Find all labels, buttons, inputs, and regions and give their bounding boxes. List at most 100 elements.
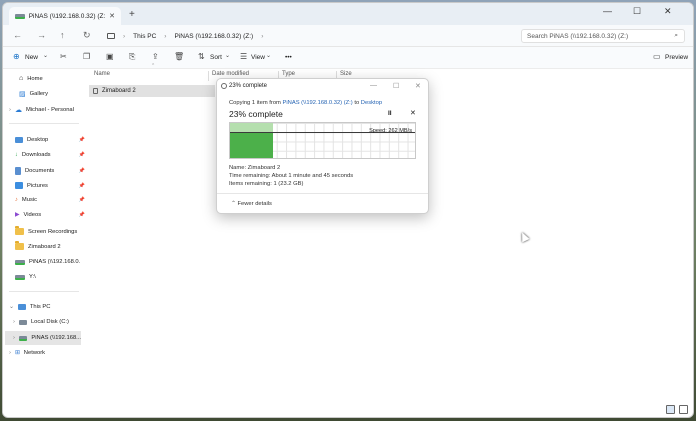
monitor-icon: [17, 304, 26, 310]
pin-icon[interactable]: 📌: [79, 183, 85, 189]
source-link[interactable]: PiNAS (\\192.168.0.32) (Z:): [282, 100, 352, 106]
chevron-right-icon[interactable]: ›: [9, 350, 11, 356]
more-options-button[interactable]: •••: [285, 54, 292, 61]
sidebar-item-network[interactable]: › ⊞ Network: [9, 350, 81, 356]
sidebar-item-home[interactable]: ⌂ Home: [19, 75, 91, 82]
chevron-down-icon[interactable]: ⌄: [9, 304, 14, 310]
sidebar-item-pinas-quick[interactable]: PiNAS (\\192.168.0.: [15, 259, 87, 265]
chevron-down-icon: ⌄: [225, 53, 231, 59]
destination-link[interactable]: Desktop: [361, 100, 382, 106]
sidebar-item-downloads[interactable]: ↓ Downloads 📌: [15, 152, 87, 158]
search-icon: ⌕: [674, 32, 678, 39]
sidebar-item-gallery[interactable]: ▨ Gallery: [19, 90, 91, 98]
stop-button[interactable]: ✕: [410, 109, 416, 117]
table-row[interactable]: Zimaboard 2: [89, 85, 215, 97]
dialog-minimize-button[interactable]: —: [370, 82, 377, 89]
address-row: ← → ↑ ↻ › This PC › PiNAS (\\192.168.0.3…: [3, 25, 693, 47]
sidebar-item-zimaboard[interactable]: Zimaboard 2: [15, 241, 87, 250]
sidebar-item-screen-recordings[interactable]: Screen Recordings: [15, 226, 87, 235]
new-tab-button[interactable]: +: [129, 9, 135, 20]
delete-icon[interactable]: 🗑: [174, 52, 184, 61]
sidebar-item-label: Network: [23, 350, 46, 356]
view-button[interactable]: View: [251, 54, 265, 61]
close-button[interactable]: ✕: [664, 6, 672, 17]
sidebar-item-label: This PC: [29, 304, 51, 310]
pause-button[interactable]: II: [388, 110, 392, 117]
title-bar: PiNAS (\\192.168.0.32) (Z:) ✕ + — ☐ ✕: [3, 3, 693, 25]
sidebar-item-label: Gallery: [29, 91, 48, 97]
sidebar-item-label: Michael - Personal: [25, 107, 74, 113]
details-view-icon[interactable]: [666, 405, 675, 414]
new-button[interactable]: New: [25, 54, 38, 61]
copy-icon[interactable]: ❐: [83, 52, 90, 61]
sidebar-item-onedrive[interactable]: › ☁ Michael - Personal: [9, 106, 81, 114]
tiles-view-icon[interactable]: [679, 405, 688, 414]
sidebar-item-videos[interactable]: ▶ Videos 📌: [15, 212, 87, 218]
download-icon: ↓: [15, 152, 18, 158]
pin-icon[interactable]: 📌: [79, 137, 85, 143]
fewer-details-label: Fewer details: [237, 201, 272, 207]
sidebar-item-label: Downloads: [21, 152, 51, 158]
sidebar-item-y-drive[interactable]: Y:\: [15, 274, 87, 280]
sidebar-item-music[interactable]: ♪ Music 📌: [15, 197, 87, 203]
breadcrumb-this-pc[interactable]: This PC: [133, 33, 156, 40]
rename-icon[interactable]: ⎘: [129, 52, 135, 62]
maximize-button[interactable]: ☐: [633, 6, 641, 17]
pin-icon[interactable]: 📌: [79, 152, 85, 158]
cut-icon[interactable]: ✂: [60, 52, 67, 61]
dialog-close-button[interactable]: ✕: [415, 82, 421, 90]
monitor-icon: [107, 33, 115, 39]
sort-icon: ⇅: [198, 52, 205, 61]
column-header-type[interactable]: Type: [282, 71, 295, 77]
sidebar-item-label: Local Disk (C:): [30, 319, 69, 325]
cloud-icon: ☁: [14, 107, 22, 114]
chevron-right-icon: ›: [164, 32, 167, 40]
tab-close-icon[interactable]: ✕: [109, 12, 115, 20]
dialog-title: 23% complete: [229, 83, 268, 89]
back-icon[interactable]: ←: [13, 30, 22, 40]
share-icon[interactable]: ⇪: [152, 52, 159, 61]
paste-icon[interactable]: ▣: [106, 52, 114, 61]
sidebar-item-desktop[interactable]: Desktop 📌: [15, 137, 87, 143]
network-drive-icon: [15, 13, 25, 19]
sidebar-item-label: Pictures: [27, 182, 48, 189]
sort-button[interactable]: Sort: [210, 54, 222, 61]
pin-icon[interactable]: 📌: [79, 212, 85, 218]
sidebar-item-label: Documents: [25, 168, 55, 174]
view-icon: ☰: [240, 52, 248, 61]
sidebar-item-this-pc[interactable]: ⌄ This PC: [9, 304, 81, 310]
sidebar-item-pictures[interactable]: Pictures 📌: [15, 182, 87, 189]
column-divider[interactable]: [208, 71, 209, 81]
refresh-icon[interactable]: ↻: [83, 30, 91, 41]
folder-icon: [15, 226, 24, 235]
column-header-date[interactable]: Date modified: [212, 71, 249, 77]
column-header-size[interactable]: Size: [340, 71, 352, 77]
disk-icon: [18, 319, 27, 325]
sidebar-item-label: Music: [21, 197, 38, 203]
pin-icon[interactable]: 📌: [79, 197, 85, 203]
forward-icon[interactable]: →: [37, 30, 46, 40]
video-icon: ▶: [15, 212, 20, 218]
sidebar-item-documents[interactable]: Documents 📌: [15, 167, 87, 175]
network-drive-icon: [18, 335, 28, 341]
chevron-right-icon[interactable]: ›: [9, 107, 11, 113]
column-header-name[interactable]: Name: [94, 71, 110, 77]
up-icon[interactable]: ↑: [60, 30, 65, 40]
search-input[interactable]: Search PiNAS (\\192.168.0.32) (Z:) ⌕: [521, 29, 685, 43]
fewer-details-button[interactable]: ⌃ Fewer details: [231, 201, 272, 207]
sidebar-item-pinas-tree[interactable]: › PiNAS (\\192.168...: [5, 331, 81, 345]
preview-button[interactable]: Preview: [665, 54, 688, 61]
search-placeholder: Search PiNAS (\\192.168.0.32) (Z:): [527, 32, 629, 40]
chevron-right-icon[interactable]: ›: [13, 319, 15, 325]
home-icon: ⌂: [19, 75, 24, 82]
sidebar-item-local-disk[interactable]: › Local Disk (C:): [13, 319, 85, 325]
pin-icon[interactable]: 📌: [79, 168, 85, 174]
breadcrumb[interactable]: › This PC › PiNAS (\\192.168.0.32) (Z:) …: [107, 29, 511, 43]
network-icon: ⊞: [14, 350, 20, 356]
chevron-right-icon[interactable]: ›: [13, 335, 15, 341]
sidebar-item-label: Zimaboard 2: [28, 243, 61, 250]
music-icon: ♪: [15, 197, 18, 203]
breadcrumb-pinas[interactable]: PiNAS (\\192.168.0.32) (Z:): [174, 33, 253, 40]
tab-pinas[interactable]: PiNAS (\\192.168.0.32) (Z:) ✕: [9, 7, 121, 25]
minimize-button[interactable]: —: [603, 6, 612, 16]
